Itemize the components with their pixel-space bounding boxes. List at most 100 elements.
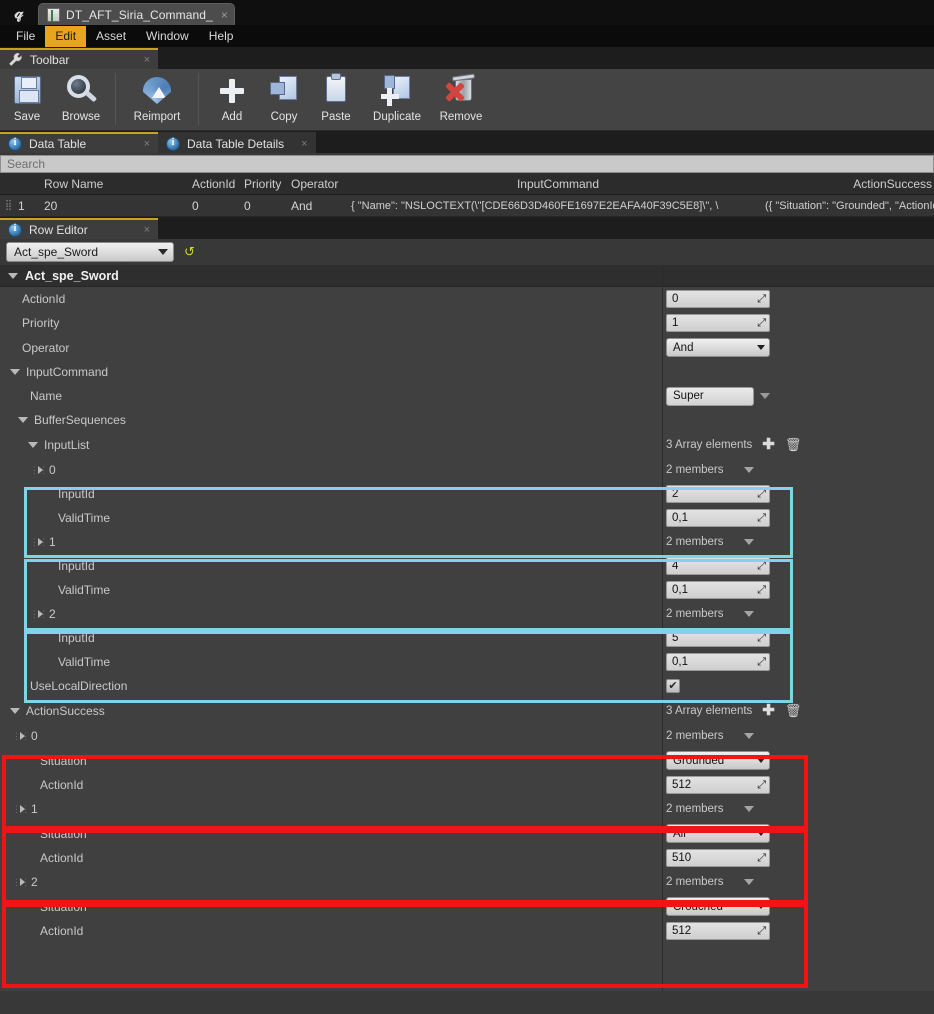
add-button[interactable]: Add [206,69,258,129]
drag-handle-icon[interactable]: ⋮⋮ [12,732,30,741]
validtime-number-input[interactable]: 0,1 ⤢ [666,581,770,599]
property-row-action-success[interactable]: ActionSuccess 3 Array elements ✚ 🗑 [0,698,934,724]
close-icon[interactable]: × [134,224,150,236]
property-row-input-command[interactable]: InputCommand [0,360,934,384]
expander-icon[interactable] [18,417,28,423]
expander-icon[interactable] [38,466,43,474]
name-text-input[interactable]: Super [666,386,754,406]
drag-handle-icon[interactable]: ⋮⋮ [30,538,48,547]
chevron-down-icon[interactable] [743,733,754,739]
expander-icon[interactable] [38,538,43,546]
reimport-button[interactable]: Reimport [123,69,191,129]
use-local-direction-checkbox[interactable]: ✔ [666,679,680,693]
column-header-operator[interactable]: Operator [291,177,351,191]
array-element-header-actionsuccess-0[interactable]: ⋮⋮ 0 2 members [0,724,934,748]
trash-icon[interactable]: 🗑 [785,438,802,451]
menu-help[interactable]: Help [199,26,244,47]
inputid-number-input[interactable]: 2 ⤢ [666,485,770,503]
actionid-number-input[interactable]: 512 ⤢ [666,922,770,940]
actionid-number-input[interactable]: 512 ⤢ [666,776,770,794]
column-header-row-name[interactable]: Row Name [44,177,192,191]
spinner-icon[interactable]: ⤢ [757,632,766,645]
spinner-icon[interactable]: ⤢ [757,317,766,330]
operator-dropdown[interactable]: And [666,338,770,357]
priority-number-input[interactable]: 1 ⤢ [666,314,770,332]
inputid-number-input[interactable]: 5 ⤢ [666,629,770,647]
chevron-down-icon[interactable] [743,467,754,473]
plus-icon[interactable]: ✚ [762,703,775,718]
trash-icon[interactable]: 🗑 [785,704,802,717]
drag-handle-icon[interactable]: ⋮⋮ [12,878,30,887]
tab-toolbar[interactable]: Toolbar × [0,48,158,69]
action-id-number-input[interactable]: 0 ⤢ [666,290,770,308]
browse-button[interactable]: Browse [54,69,108,129]
duplicate-button[interactable]: Duplicate [362,69,432,129]
menu-file[interactable]: File [6,26,45,47]
expander-icon[interactable] [38,610,43,618]
property-row-buffer-sequences[interactable]: BufferSequences [0,408,934,432]
plus-icon[interactable]: ✚ [762,437,775,452]
column-header-action-success[interactable]: ActionSuccess [765,177,934,191]
row-drag-handle[interactable]: ⣿ [0,200,18,211]
save-button[interactable]: Save [0,69,54,129]
inputid-number-input[interactable]: 4 ⤢ [666,557,770,575]
close-icon[interactable]: × [291,138,307,150]
expander-icon[interactable] [20,805,25,813]
reset-arrow-icon[interactable]: ↺ [184,245,195,260]
remove-button[interactable]: Remove [432,69,490,129]
spinner-icon[interactable]: ⤢ [757,584,766,597]
array-element-header-inputlist-0[interactable]: ⋮⋮ 0 2 members [0,458,934,482]
array-element-header-actionsuccess-2[interactable]: ⋮⋮ 2 2 members [0,870,934,894]
spinner-icon[interactable]: ⤢ [757,656,766,669]
property-row-input-list[interactable]: InputList 3 Array elements ✚ 🗑 [0,432,934,458]
array-element-header-actionsuccess-1[interactable]: ⋮⋮ 1 2 members [0,797,934,821]
spinner-icon[interactable]: ⤢ [757,852,766,865]
array-element-header-inputlist-1[interactable]: ⋮⋮ 1 2 members [0,530,934,554]
column-splitter[interactable] [662,265,663,991]
drag-handle-icon[interactable]: ⋮⋮ [30,610,48,619]
expander-icon[interactable] [10,708,20,714]
spinner-icon[interactable]: ⤢ [757,560,766,573]
spinner-icon[interactable]: ⤢ [757,293,766,306]
chevron-down-icon[interactable] [760,393,770,399]
validtime-number-input[interactable]: 0,1 ⤢ [666,509,770,527]
expander-icon[interactable] [8,272,18,279]
tab-row-editor[interactable]: Row Editor × [0,218,158,239]
expander-icon[interactable] [20,878,25,886]
spinner-icon[interactable]: ⤢ [757,925,766,938]
drag-handle-icon[interactable]: ⋮⋮ [12,805,30,814]
situation-dropdown[interactable]: Air [666,824,770,843]
expander-icon[interactable] [20,732,25,740]
menu-edit[interactable]: Edit [45,25,87,47]
copy-button[interactable]: Copy [258,69,310,129]
menu-window[interactable]: Window [136,26,199,47]
chevron-down-icon[interactable] [743,806,754,812]
chevron-down-icon[interactable] [743,539,754,545]
tab-data-table[interactable]: Data Table × [0,132,158,153]
spinner-icon[interactable]: ⤢ [757,488,766,501]
spinner-icon[interactable]: ⤢ [757,779,766,792]
actionid-number-input[interactable]: 510 ⤢ [666,849,770,867]
column-header-action-id[interactable]: ActionId [192,177,244,191]
column-header-priority[interactable]: Priority [244,177,291,191]
spinner-icon[interactable]: ⤢ [757,512,766,525]
document-tab[interactable]: DT_AFT_Siria_Command_ × [38,3,235,25]
expander-icon[interactable] [10,369,20,375]
paste-button[interactable]: Paste [310,69,362,129]
close-icon[interactable]: × [219,8,228,22]
search-input[interactable]: Search [0,155,934,173]
validtime-number-input[interactable]: 0,1 ⤢ [666,653,770,671]
drag-handle-icon[interactable]: ⋮⋮ [30,466,48,475]
situation-dropdown[interactable]: Crouched [666,897,770,916]
chevron-down-icon[interactable] [743,611,754,617]
tab-data-table-details[interactable]: Data Table Details × [158,132,316,153]
row-select-dropdown[interactable]: Act_spe_Sword [6,242,174,262]
table-row[interactable]: ⣿ 1 20 0 0 And { "Name": "NSLOCTEXT(\"[C… [0,195,934,217]
situation-dropdown[interactable]: Grounded [666,751,770,770]
expander-icon[interactable] [28,442,38,448]
chevron-down-icon[interactable] [743,879,754,885]
close-icon[interactable]: × [134,138,150,150]
category-header-act-spe-sword[interactable]: Act_spe_Sword [0,265,934,287]
column-header-input-command[interactable]: InputCommand [351,177,765,191]
menu-asset[interactable]: Asset [86,26,136,47]
